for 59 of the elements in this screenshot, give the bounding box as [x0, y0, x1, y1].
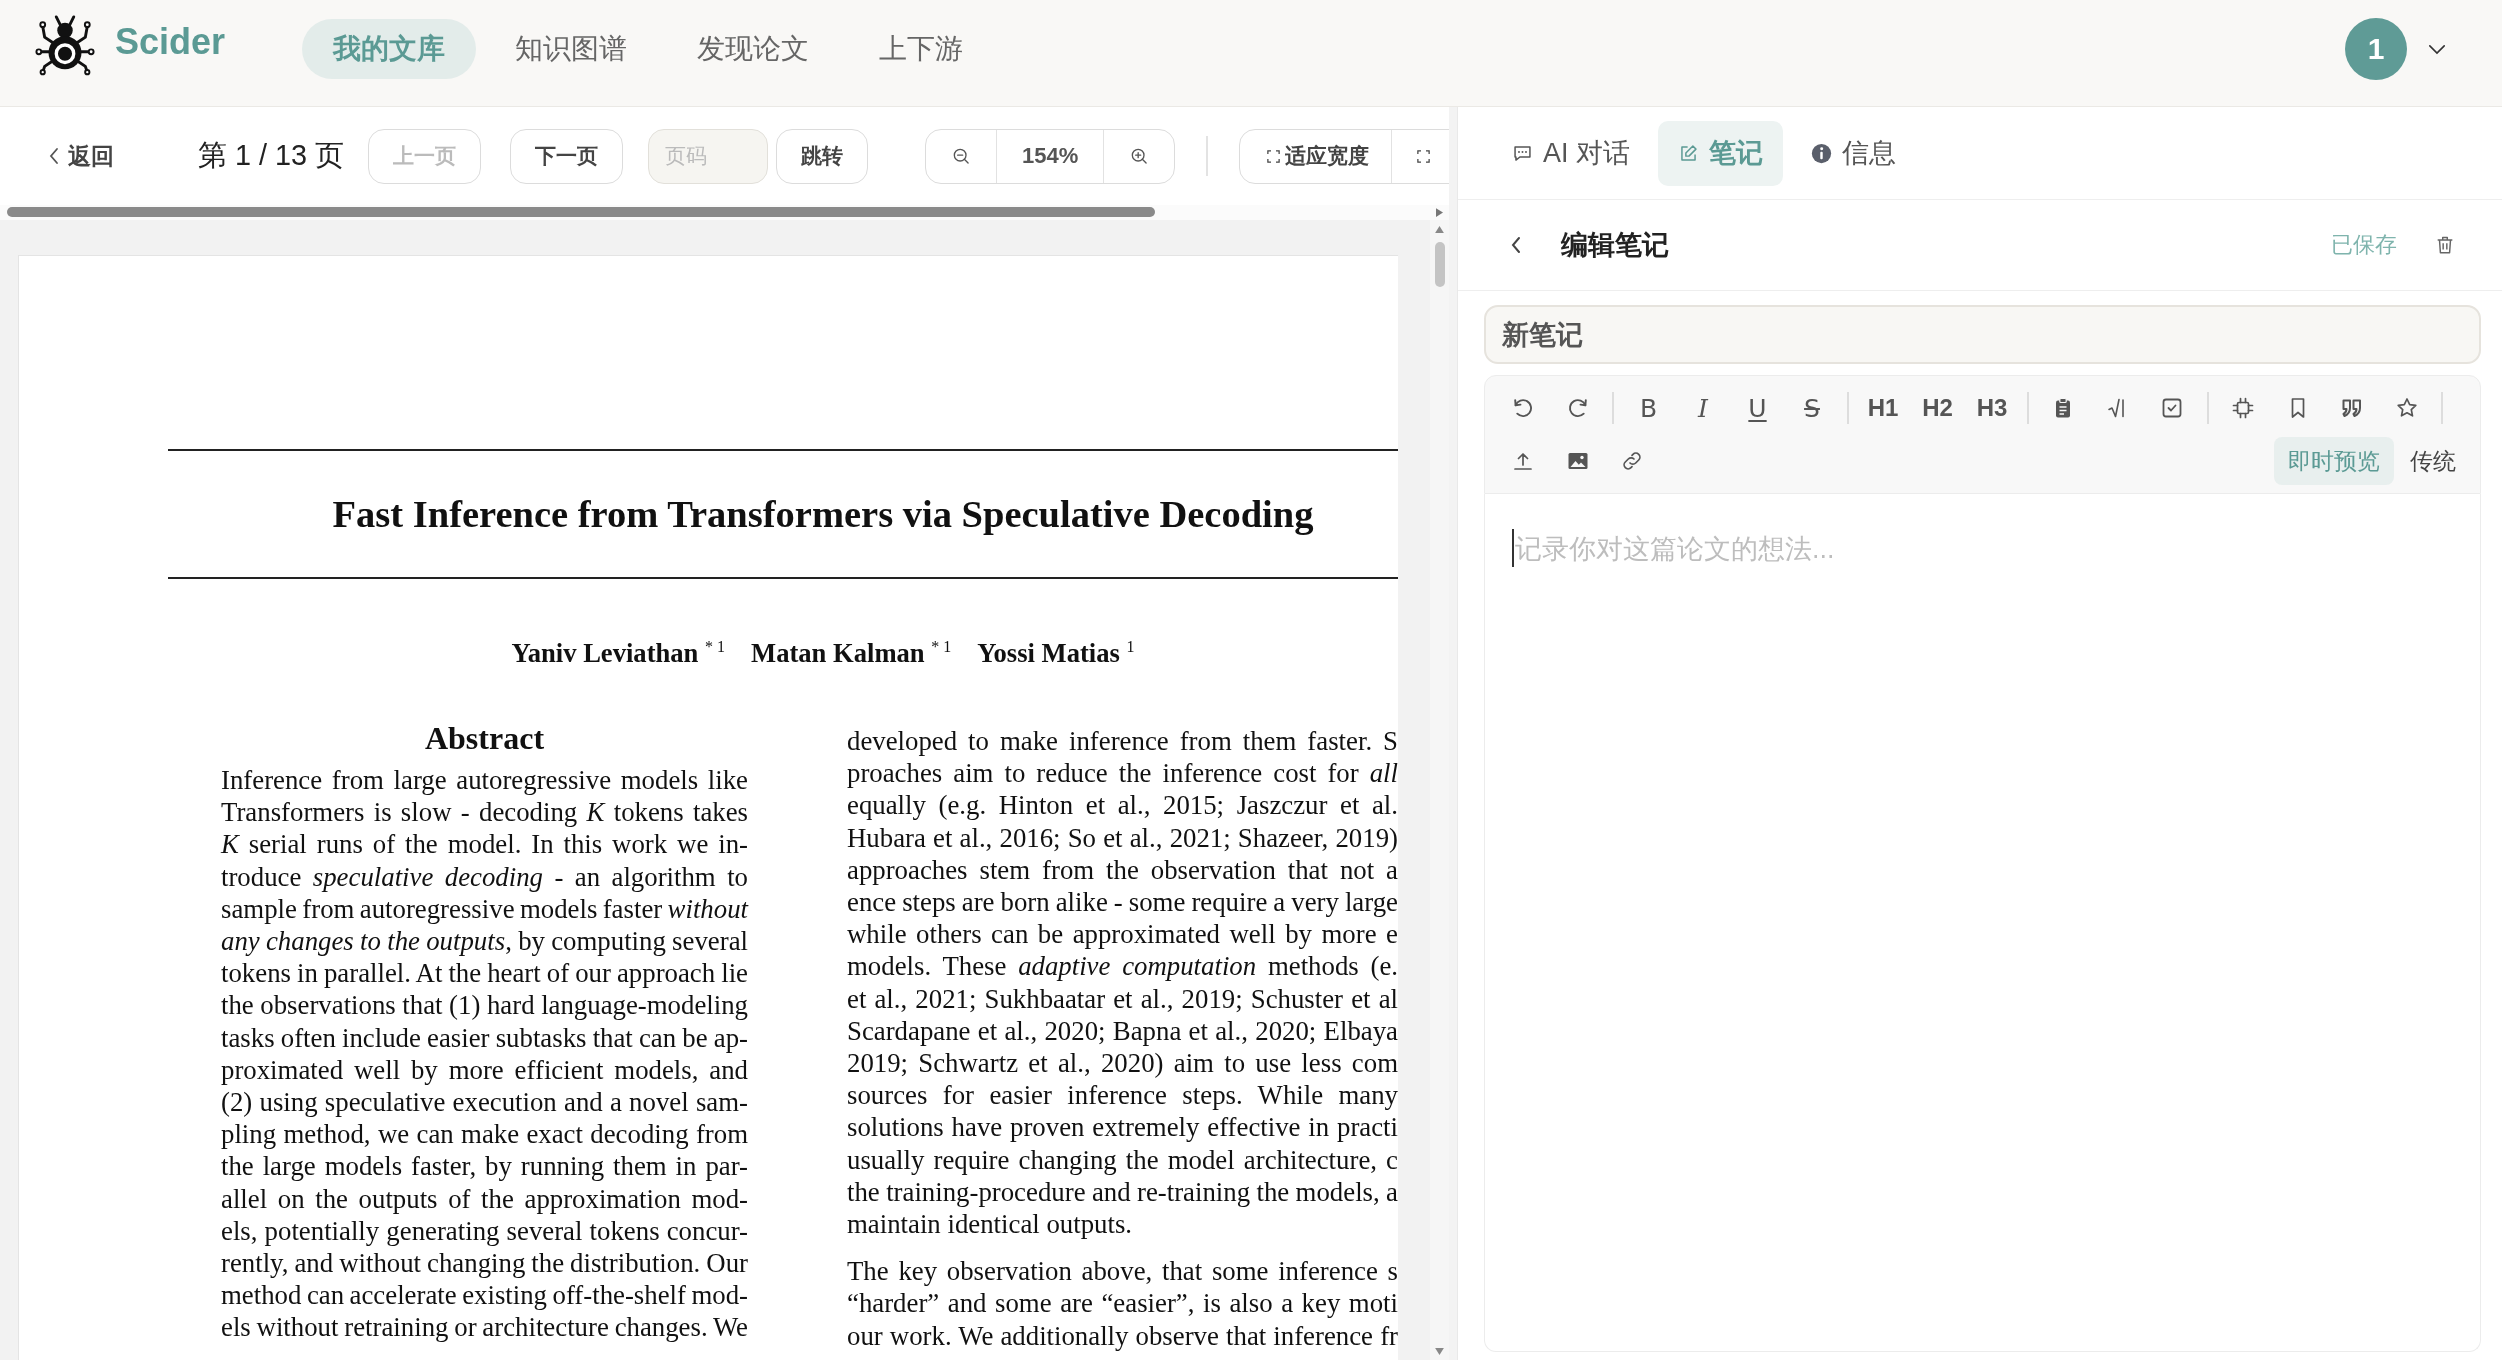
- text-cursor: [1512, 529, 1514, 567]
- frame-corners-icon: [1266, 148, 1282, 164]
- fit-width-button[interactable]: 适应宽度: [1240, 129, 1392, 183]
- author-name: Matan Kalman $^{* 1}$: [751, 637, 952, 669]
- author-name: Yaniv Leviathan $^{* 1}$: [511, 637, 726, 669]
- link-icon[interactable]: [1620, 449, 1644, 473]
- paper-title: Fast Inference from Transformers via Speculative Decoding: [332, 492, 1314, 536]
- nav-tab[interactable]: 知识图谱: [484, 19, 659, 79]
- scroll-right-arrow-icon[interactable]: [1436, 208, 1443, 217]
- zoom-out-icon[interactable]: [951, 146, 972, 166]
- panel-tab[interactable]: AI 对话: [1492, 120, 1650, 186]
- abstract-heading: Abstract: [423, 720, 546, 756]
- info-icon: [1811, 142, 1832, 164]
- edit-icon: [1678, 142, 1699, 164]
- author-name: Yossi Matias $^{1}$: [977, 637, 1135, 669]
- body-paragraph: developed to make inference from them faster. S proaches aim to reduce the inference cost for all equally (e.g. Hinton et al., 2015; Jaszczur et al. Hubara et al., 2016; So et al., 2021; Shazeer, 2019) approaches stem from the observation that not a ence steps are born alike - some require a very large while others can be approximated well by more e models. These adaptive computation methods (e. et al., 2021; Sukhbaatar et al., 2019; Schuster et al Scardapane et al., 2020; Bapna et al., 2020; Elbaya 2019; Schwartz et al., 2020) aim to use less com sources for easier inference steps. While many solutions have proven extremely effective in practi usually require changing the model architecture, c the training-procedure and re-training the models, a maintain identical outputs.: [847, 725, 1398, 1241]
- frame-corners-icon: [1416, 148, 1432, 164]
- scroll-down-arrow-icon[interactable]: [1435, 1348, 1444, 1355]
- strike-button[interactable]: S: [1792, 388, 1832, 428]
- panel-tab[interactable]: 信息: [1791, 120, 1916, 186]
- heading-button[interactable]: H1: [1863, 388, 1903, 428]
- page-indicator: 第 1 / 13 页: [198, 138, 345, 173]
- heading-button[interactable]: H2: [1917, 388, 1958, 428]
- vertical-scrollbar-thumb[interactable]: [1434, 242, 1445, 287]
- go-button[interactable]: 跳转: [776, 128, 869, 184]
- horizontal-scrollbar-thumb[interactable]: [7, 207, 1155, 217]
- chevron-left-icon: [49, 147, 59, 165]
- underline-button[interactable]: U: [1737, 388, 1778, 428]
- checkbox-icon[interactable]: [2160, 396, 2184, 420]
- page-number-field[interactable]: 页码: [648, 128, 769, 184]
- nav-tab[interactable]: 上下游: [848, 19, 995, 79]
- editor-mode-tab[interactable]: 传统: [2396, 437, 2470, 485]
- star-icon[interactable]: [2394, 396, 2419, 420]
- nav-tab[interactable]: 发现论文: [666, 19, 841, 79]
- save-status: 已保存: [2331, 231, 2397, 259]
- note-editor-title: 编辑笔记: [1561, 229, 1669, 262]
- chevron-down-icon[interactable]: [2428, 43, 2446, 55]
- brand-name: Scider: [115, 21, 226, 63]
- chevron-left-icon[interactable]: [1510, 235, 1522, 255]
- bold-button[interactable]: B: [1628, 388, 1669, 428]
- tab-label: AI 对话: [1543, 137, 1630, 170]
- zoom-level: 154%: [996, 129, 1105, 183]
- tab-label: 信息: [1842, 137, 1896, 170]
- note-title-field[interactable]: 新笔记: [1484, 305, 2481, 364]
- abstract-paragraph: Inference from large autoregressive models like Transformers is slow - decoding K tokens takes K serial runs of the model. In this work we in- troduce speculative decoding - an algorithm to sample from autoregressive models faster without any changes to the outputs, by computing several tokens in parallel. At the heart of our approach lie the observations that (1) hard language-modeling tasks often include easier subtasks that can be ap- proximated well by more efficient models, and (2) using speculative execution and a novel sam- pling method, we can make exact decoding from the large models faster, by running them in par- allel on the outputs of the approximation mod- els, potentially generating several tokens concur- rently, and without changing the distribution. Our method can accelerate existing off-the-shelf mod- els without retraining or architecture changes. We: [221, 764, 748, 1344]
- spider-icon[interactable]: [34, 14, 96, 76]
- fit-width-label: 适应宽度: [1285, 143, 1370, 169]
- back-button[interactable]: 返回: [49, 140, 114, 172]
- scroll-up-arrow-icon[interactable]: [1435, 226, 1444, 233]
- undo-icon[interactable]: [1511, 396, 1535, 420]
- back-label: 返回: [68, 141, 114, 171]
- body-paragraph: The key observation above, that some inference s “harder” and some are “easier”, is also a key moti our work. We additionally observe that inference fr: [847, 1255, 1398, 1352]
- note-body-field[interactable]: 记录你对这篇论文的想法...: [1484, 494, 2481, 1352]
- zoom-in-icon[interactable]: [1129, 146, 1150, 166]
- next-page-button[interactable]: 下一页: [510, 128, 624, 184]
- chip-icon[interactable]: [2231, 396, 2255, 420]
- tab-label: 笔记: [1709, 137, 1763, 170]
- heading-button[interactable]: H3: [1972, 388, 2012, 428]
- italic-button[interactable]: I: [1683, 388, 1723, 428]
